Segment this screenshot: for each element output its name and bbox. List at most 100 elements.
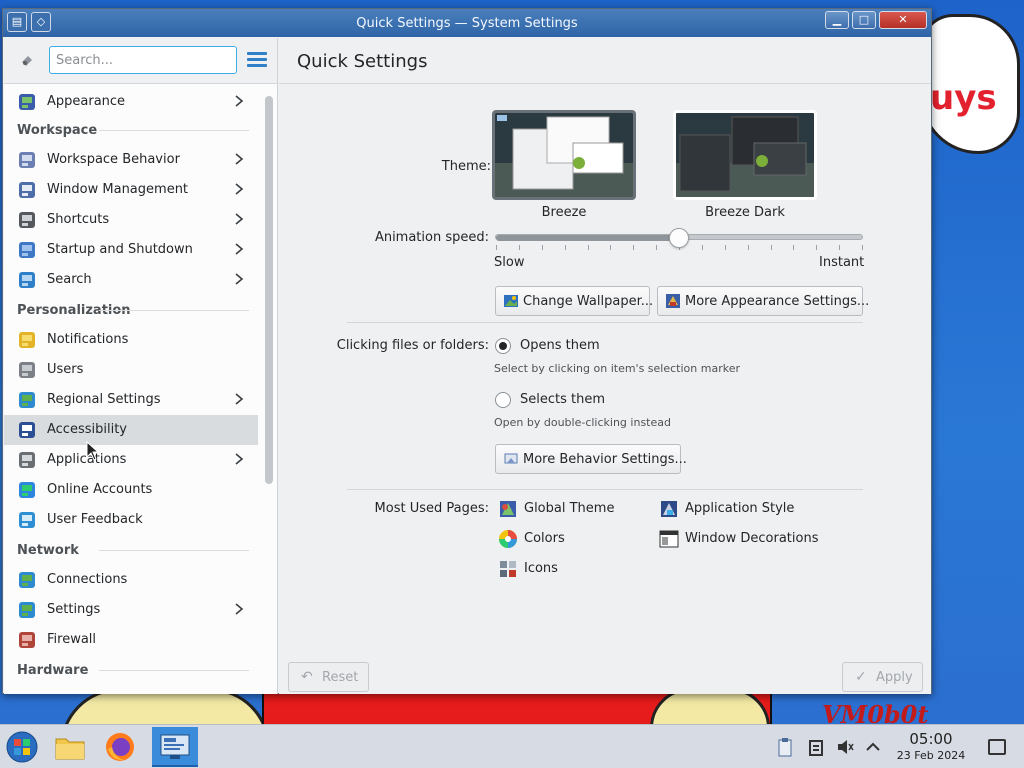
slider-tick xyxy=(702,245,703,250)
sidebar-item-label: Firewall xyxy=(47,632,97,647)
most-used-application-style[interactable]: Application Style xyxy=(659,497,819,521)
sidebar-category-separator xyxy=(99,670,249,671)
slider-min-label: Slow xyxy=(494,255,525,270)
more-appearance-settings-button[interactable]: More Appearance Settings... xyxy=(657,286,869,316)
sidebar-item-connections[interactable]: Connections xyxy=(4,565,258,595)
sidebar-item-window-management[interactable]: Window Management xyxy=(4,175,258,205)
show-desktop-icon[interactable] xyxy=(988,739,1006,755)
appearance-icon xyxy=(19,94,35,110)
change-wallpaper-button[interactable]: Change Wallpaper... xyxy=(495,286,654,316)
sidebar-item-settings[interactable]: Settings xyxy=(4,595,258,625)
window-management-icon xyxy=(19,182,35,198)
hamburger-menu-icon[interactable] xyxy=(247,52,267,68)
updates-icon[interactable] xyxy=(807,737,825,757)
theme-name-breeze-dark: Breeze Dark xyxy=(705,205,785,220)
sidebar: Appearance Workspace Workspace Behavior Win… xyxy=(4,38,278,694)
taskbar: 05:00 23 Feb 2024 xyxy=(0,724,1024,768)
most-used-colors[interactable]: Colors xyxy=(498,527,648,551)
sidebar-item-label: Settings xyxy=(47,602,101,617)
sidebar-item-workspace-behavior[interactable]: Workspace Behavior xyxy=(4,145,258,175)
animation-speed-handle[interactable] xyxy=(669,228,689,248)
sidebar-item-applications[interactable]: Applications xyxy=(4,445,258,475)
slider-tick xyxy=(633,245,634,250)
opens-them-hint: Select by clicking on item's selection m… xyxy=(494,362,740,375)
sidebar-list: Appearance Workspace Workspace Behavior Win… xyxy=(4,85,262,694)
slider-tick xyxy=(565,245,566,250)
slider-tick xyxy=(656,245,657,250)
sidebar-item-startup-and-shutdown[interactable]: Startup and Shutdown xyxy=(4,235,258,265)
close-button[interactable]: ✕ xyxy=(879,11,927,29)
more-behavior-settings-button[interactable]: More Behavior Settings... xyxy=(495,444,687,474)
window-titlebar[interactable]: ▤ ◇ Quick Settings — System Settings ▁ □… xyxy=(3,9,931,37)
undo-icon: ↶ xyxy=(301,669,313,685)
sidebar-item-shortcuts[interactable]: Shortcuts xyxy=(4,205,258,235)
slider-tick xyxy=(610,245,611,250)
more-appearance-label: More Appearance Settings... xyxy=(685,294,870,309)
selects-them-label[interactable]: Selects them xyxy=(520,392,605,407)
volume-muted-icon[interactable] xyxy=(836,737,854,757)
slider-tick xyxy=(748,245,749,250)
clock-date[interactable]: 23 Feb 2024 xyxy=(893,749,969,762)
sidebar-item-notifications[interactable]: Notifications xyxy=(4,325,258,355)
selects-them-hint: Open by double-clicking instead xyxy=(494,416,671,429)
most-used-global-theme[interactable]: Global Theme xyxy=(498,497,648,521)
selects-them-radio[interactable] xyxy=(495,392,511,408)
sidebar-item-users[interactable]: Users xyxy=(4,355,258,385)
theme-card-breeze[interactable] xyxy=(492,110,636,200)
sidebar-item-label: Online Accounts xyxy=(47,482,153,497)
tray-expand-icon[interactable] xyxy=(864,737,882,757)
accessibility-icon xyxy=(19,422,35,438)
page-title: Quick Settings xyxy=(297,51,428,72)
back-icon[interactable] xyxy=(18,52,36,70)
colors-icon xyxy=(499,530,517,548)
slider-tick xyxy=(496,245,497,250)
animation-speed-label: Animation speed: xyxy=(374,230,489,245)
reset-button[interactable]: ↶ Reset xyxy=(288,662,369,692)
sidebar-item-search[interactable]: Search xyxy=(4,265,258,295)
desktop-cloud-text: uys xyxy=(930,78,997,118)
main-header: Quick Settings xyxy=(279,38,931,84)
opens-them-label[interactable]: Opens them xyxy=(520,338,600,353)
minimize-button[interactable]: ▁ xyxy=(825,11,849,29)
network-settings-icon xyxy=(19,602,35,618)
clock-time[interactable]: 05:00 xyxy=(893,730,969,748)
firewall-icon xyxy=(19,632,35,648)
maximize-button[interactable]: □ xyxy=(852,11,876,29)
mouse-cursor-icon xyxy=(86,441,100,461)
theme-card-breeze-dark[interactable] xyxy=(673,110,817,200)
sidebar-scrollbar[interactable] xyxy=(265,96,273,484)
sidebar-item-label: Regional Settings xyxy=(47,392,161,407)
most-used-icons[interactable]: Icons xyxy=(498,557,648,581)
sidebar-item-user-feedback[interactable]: User Feedback xyxy=(4,505,258,535)
sidebar-item-label: Search xyxy=(47,272,92,287)
sidebar-item-regional-settings[interactable]: Regional Settings xyxy=(4,385,258,415)
online-accounts-icon xyxy=(19,482,35,498)
apply-button[interactable]: ✓ Apply xyxy=(842,662,923,692)
sidebar-category-separator xyxy=(99,550,249,551)
chevron-right-icon xyxy=(233,599,245,619)
sidebar-item-firewall[interactable]: Firewall xyxy=(4,625,258,655)
opens-them-radio[interactable] xyxy=(495,338,511,354)
behavior-icon xyxy=(504,453,518,464)
search-input[interactable] xyxy=(49,46,237,74)
sidebar-category-network: Network xyxy=(17,543,79,558)
slider-tick xyxy=(588,245,589,250)
chevron-right-icon xyxy=(233,239,245,259)
bell-icon xyxy=(19,332,35,348)
start-menu-button[interactable] xyxy=(2,727,42,767)
sidebar-item-accessibility[interactable]: Accessibility xyxy=(4,415,258,445)
change-wallpaper-label: Change Wallpaper... xyxy=(523,294,654,309)
start-orb-icon xyxy=(6,731,38,763)
file-manager-button[interactable] xyxy=(50,727,90,767)
sidebar-header xyxy=(4,38,277,84)
most-used-window-decorations[interactable]: Window Decorations xyxy=(659,527,829,551)
sidebar-item-appearance[interactable]: Appearance xyxy=(4,87,258,117)
sidebar-item-label: Workspace Behavior xyxy=(47,152,180,167)
separator-1 xyxy=(347,322,863,323)
clicking-label: Clicking files or folders: xyxy=(336,338,489,353)
sidebar-item-online-accounts[interactable]: Online Accounts xyxy=(4,475,258,505)
firefox-button[interactable] xyxy=(100,727,140,767)
system-settings-task-button[interactable] xyxy=(152,727,198,767)
slider-tick xyxy=(862,245,863,250)
clipboard-icon[interactable] xyxy=(776,737,794,757)
